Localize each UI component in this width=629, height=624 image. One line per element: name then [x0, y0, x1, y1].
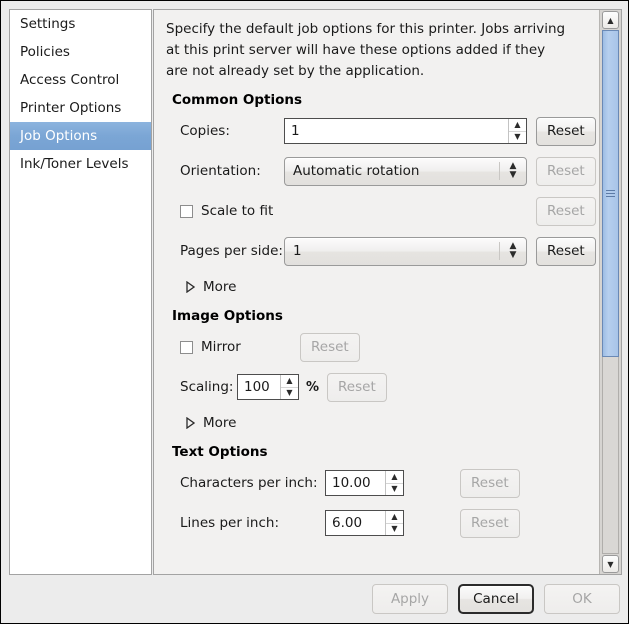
copies-stepper[interactable]: ▲ ▼ [508, 119, 526, 143]
orientation-reset-button[interactable]: Reset [536, 156, 596, 186]
row-copies: Copies: 1 ▲ ▼ Reset [166, 116, 599, 146]
orientation-label: Orientation: [180, 163, 261, 179]
copies-reset-button[interactable]: Reset [536, 116, 596, 146]
scaling-stepper[interactable]: ▲ ▼ [280, 375, 298, 399]
characters-per-inch-stepper[interactable]: ▲ ▼ [385, 471, 403, 495]
chevron-up-icon[interactable]: ▲ [386, 471, 403, 484]
pages-per-side-selected-value: 1 [293, 243, 302, 259]
scrollbar-grip-icon [606, 188, 615, 199]
vertical-scrollbar[interactable]: ▲ ▼ [599, 10, 621, 574]
sidebar-item-label: Ink/Toner Levels [20, 156, 129, 172]
lines-per-inch-spinbox[interactable]: 6.00 ▲ ▼ [325, 510, 404, 536]
lines-per-inch-input[interactable]: 6.00 [326, 511, 385, 535]
intro-text: Specify the default job options for this… [166, 21, 566, 79]
chevron-up-icon[interactable]: ▲ [281, 375, 298, 388]
scroll-up-button[interactable]: ▲ [602, 11, 619, 29]
scrollbar-thumb[interactable] [602, 30, 619, 357]
checkbox-box-icon[interactable] [180, 204, 193, 218]
chevron-updown-icon[interactable]: ▲ ▼ [499, 242, 526, 260]
triangle-right-icon[interactable] [186, 417, 195, 429]
scale-to-fit-checkbox[interactable]: Scale to fit [180, 203, 527, 219]
characters-per-inch-spinbox[interactable]: 10.00 ▲ ▼ [325, 470, 404, 496]
copies-input[interactable]: 1 [285, 119, 508, 143]
chevron-down-icon[interactable]: ▼ [386, 524, 403, 536]
sidebar-item-label: Access Control [20, 72, 120, 88]
mirror-reset-button[interactable]: Reset [300, 332, 360, 362]
copies-label: Copies: [180, 123, 230, 139]
dialog-button-bar: Apply Cancel OK [372, 584, 620, 614]
scale-to-fit-label: Scale to fit [201, 203, 274, 219]
chevron-up-icon: ▲ [607, 15, 614, 25]
lines-per-inch-reset-button[interactable]: Reset [460, 508, 520, 538]
sidebar-item-policies[interactable]: Policies [10, 38, 151, 66]
lines-per-inch-stepper[interactable]: ▲ ▼ [385, 511, 403, 535]
scaling-unit-label: % [306, 379, 320, 395]
image-more-disclosure[interactable]: More [166, 412, 599, 434]
scroll-down-button[interactable]: ▼ [602, 555, 619, 573]
mirror-checkbox[interactable]: Mirror [180, 339, 300, 355]
section-heading-text-options: Text Options [172, 444, 268, 460]
copies-spinbox[interactable]: 1 ▲ ▼ [284, 118, 527, 144]
section-heading-image-options: Image Options [172, 308, 283, 324]
common-more-disclosure[interactable]: More [166, 276, 599, 298]
chevron-up-icon[interactable]: ▲ [386, 511, 403, 524]
row-scale-to-fit: Scale to fit Reset [166, 196, 599, 226]
sidebar-item-label: Printer Options [20, 100, 122, 116]
row-scaling: Scaling: 100 ▲ ▼ % Reset [166, 372, 599, 402]
apply-button[interactable]: Apply [372, 584, 448, 614]
characters-per-inch-input[interactable]: 10.00 [326, 471, 385, 495]
chevron-down-icon[interactable]: ▼ [281, 388, 298, 400]
row-lines-per-inch: Lines per inch: 6.00 ▲ ▼ Reset [166, 508, 599, 538]
row-mirror: Mirror Reset [166, 332, 599, 362]
orientation-selected-value: Automatic rotation [293, 163, 420, 179]
triangle-right-icon[interactable] [186, 281, 195, 293]
sidebar-item-printer-options[interactable]: Printer Options [10, 94, 151, 122]
scaling-label: Scaling: [180, 379, 234, 395]
row-orientation: Orientation: Automatic rotation ▲ ▼ Reset [166, 156, 599, 186]
sidebar-item-label: Settings [20, 16, 76, 32]
scaling-input[interactable]: 100 [238, 375, 280, 399]
row-characters-per-inch: Characters per inch: 10.00 ▲ ▼ Reset [166, 468, 599, 498]
mirror-label: Mirror [201, 339, 241, 355]
image-more-label: More [203, 415, 237, 431]
printer-properties-window: Settings Policies Access Control Printer… [0, 0, 629, 624]
cancel-button[interactable]: Cancel [458, 584, 534, 614]
scale-to-fit-reset-button[interactable]: Reset [536, 196, 596, 226]
job-options-content: Specify the default job options for this… [154, 10, 599, 574]
orientation-combobox[interactable]: Automatic rotation ▲ ▼ [284, 156, 527, 186]
pages-per-side-combobox[interactable]: 1 ▲ ▼ [284, 236, 527, 266]
ok-button[interactable]: OK [544, 584, 620, 614]
sidebar-item-label: Policies [20, 44, 70, 60]
sidebar-item-settings[interactable]: Settings [10, 10, 151, 38]
characters-per-inch-label: Characters per inch: [180, 475, 318, 491]
sidebar-item-access-control[interactable]: Access Control [10, 66, 151, 94]
sidebar-item-job-options[interactable]: Job Options [10, 122, 151, 150]
checkbox-box-icon[interactable] [180, 340, 193, 354]
job-options-panel: Specify the default job options for this… [153, 9, 622, 575]
sidebar-item-ink-toner-levels[interactable]: Ink/Toner Levels [10, 150, 151, 178]
characters-per-inch-reset-button[interactable]: Reset [460, 468, 520, 498]
sidebar-nav-list[interactable]: Settings Policies Access Control Printer… [9, 9, 152, 575]
pages-per-side-reset-button[interactable]: Reset [536, 236, 596, 266]
lines-per-inch-label: Lines per inch: [180, 515, 280, 531]
pages-per-side-label: Pages per side: [180, 243, 283, 259]
scaling-spinbox[interactable]: 100 ▲ ▼ [237, 374, 299, 400]
chevron-down-icon: ▼ [607, 559, 614, 569]
chevron-down-icon[interactable]: ▼ [509, 132, 526, 144]
sidebar-item-label: Job Options [20, 128, 98, 144]
section-heading-common-options: Common Options [172, 92, 303, 108]
scaling-reset-button[interactable]: Reset [327, 372, 387, 402]
common-more-label: More [203, 279, 237, 295]
row-pages-per-side: Pages per side: 1 ▲ ▼ Reset [166, 236, 599, 266]
chevron-up-icon[interactable]: ▲ [509, 119, 526, 132]
chevron-updown-icon[interactable]: ▲ ▼ [499, 162, 526, 180]
chevron-down-icon[interactable]: ▼ [386, 484, 403, 496]
